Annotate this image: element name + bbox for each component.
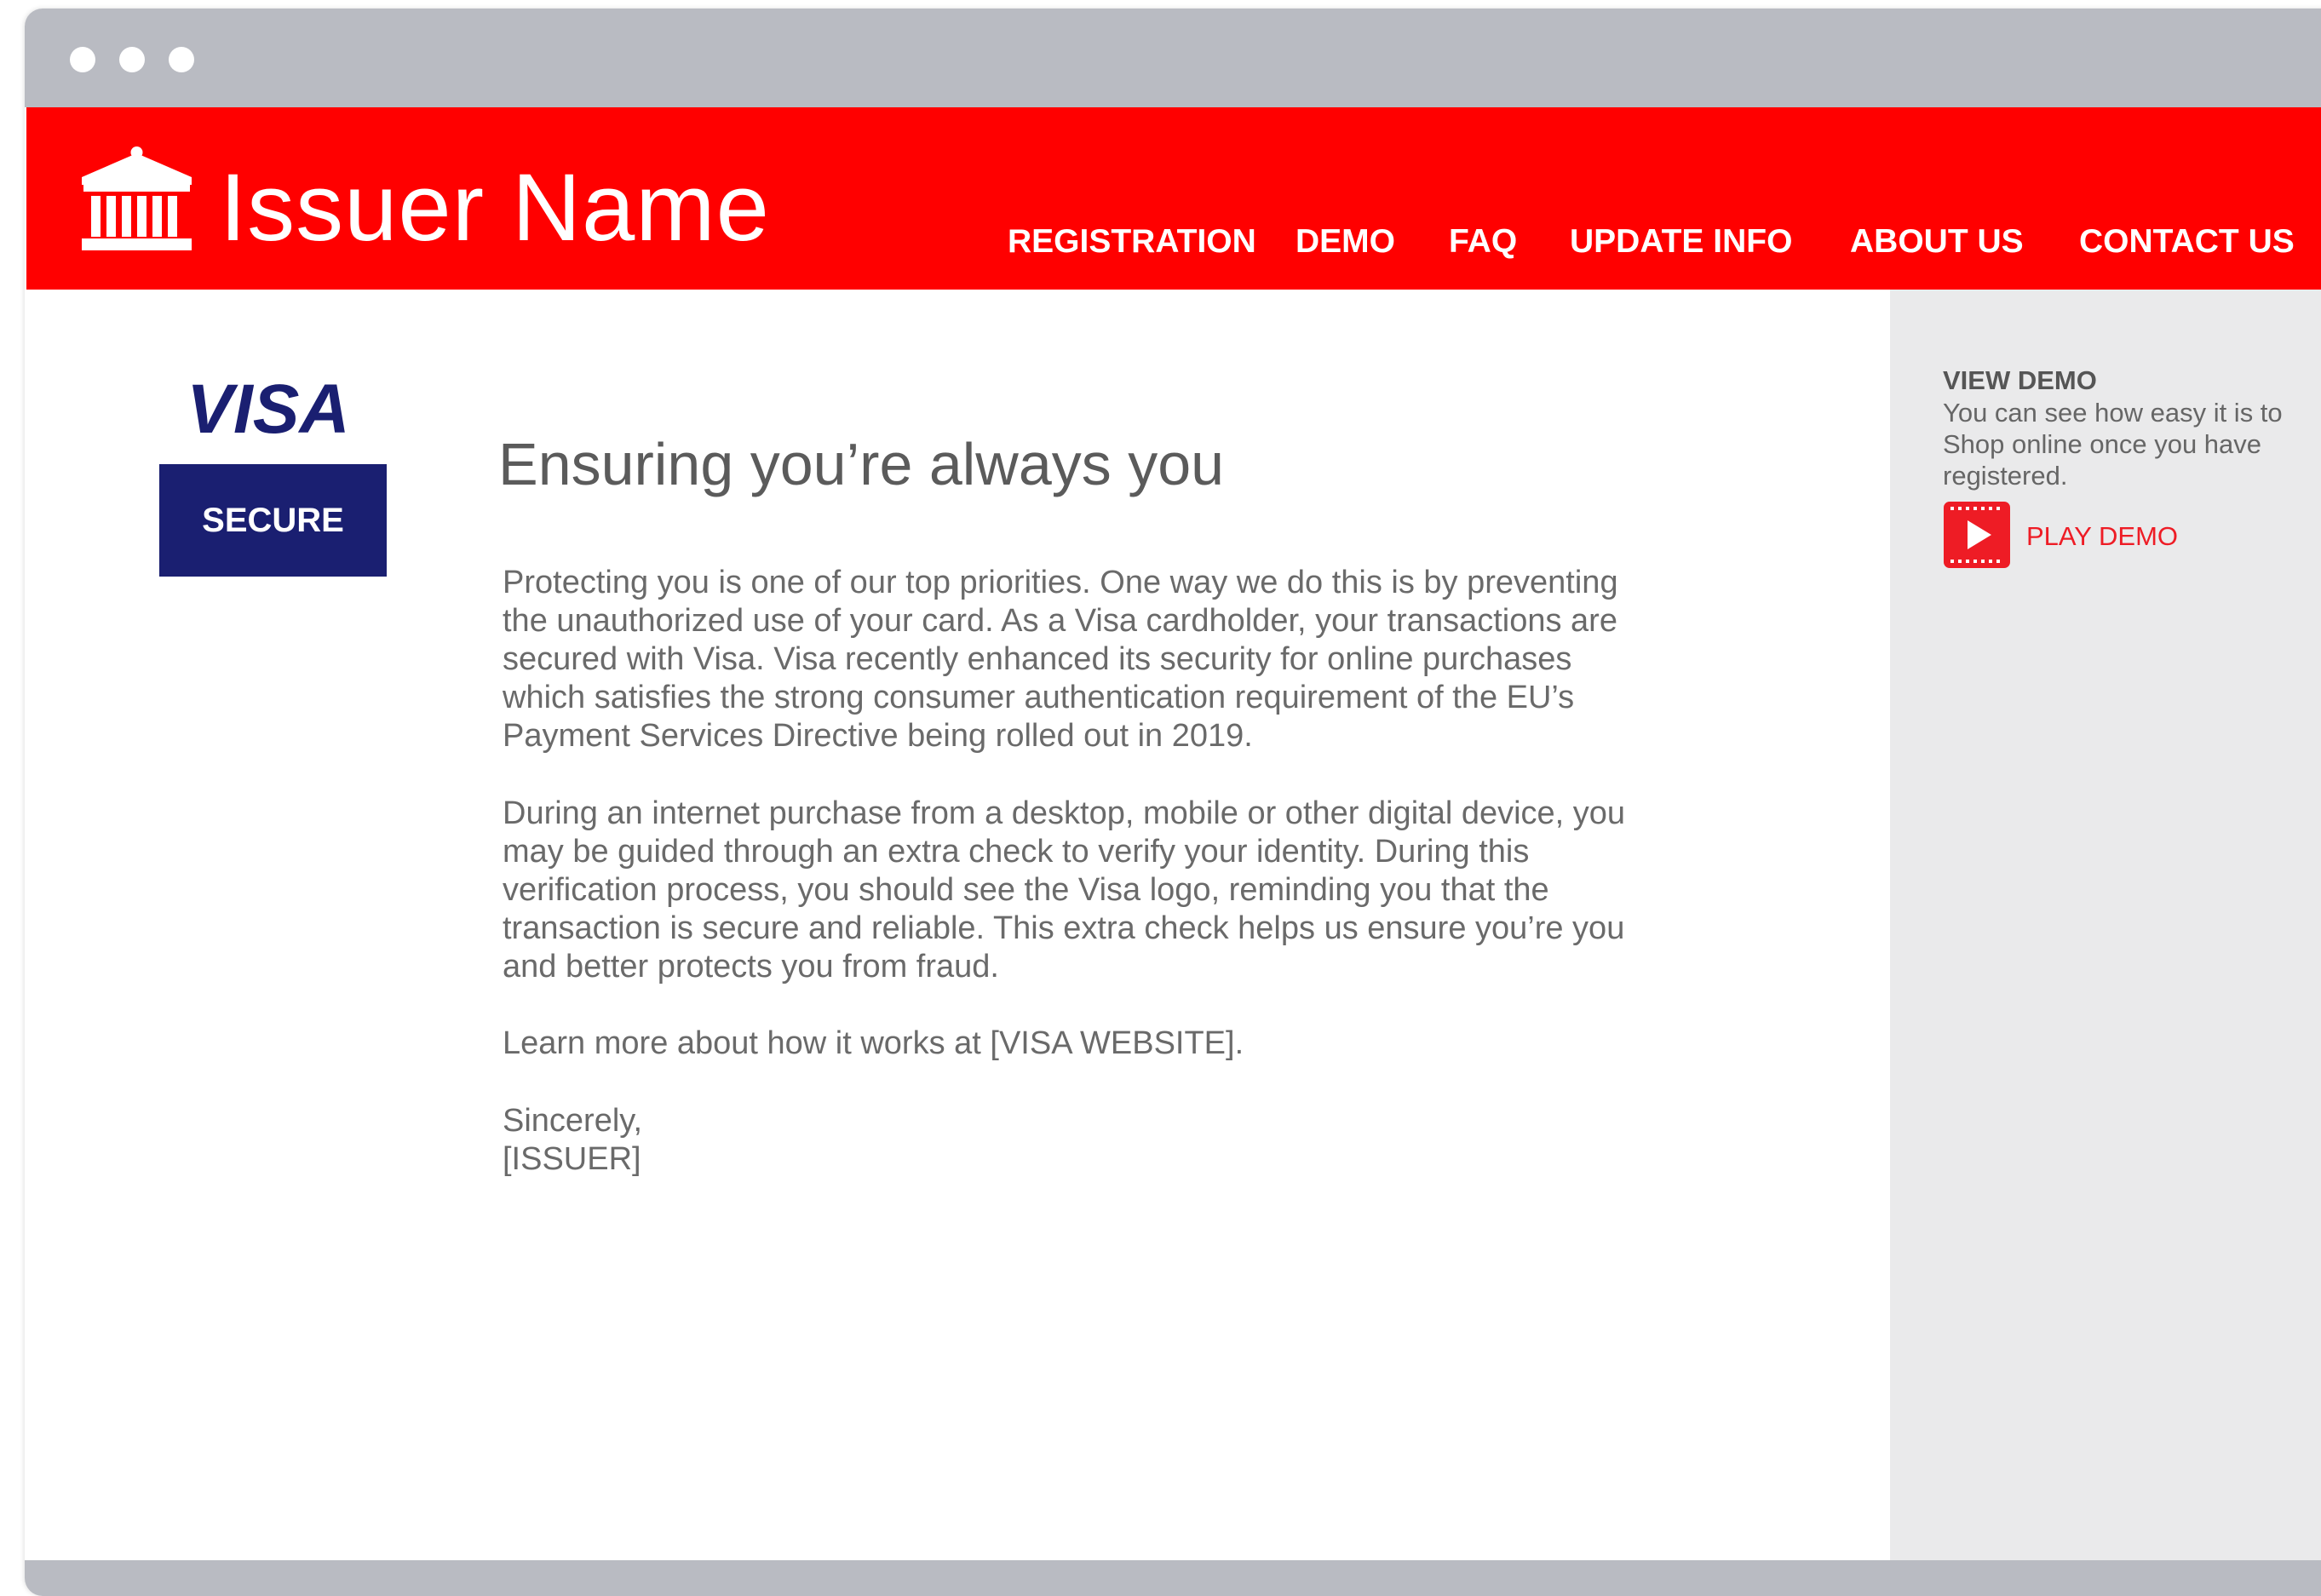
- browser-window: Issuer Name REGISTRATION DEMO FAQ UPDATE…: [25, 9, 2321, 1596]
- play-video-icon[interactable]: [1944, 502, 2010, 568]
- nav-update-info[interactable]: UPDATE INFO: [1570, 225, 1792, 258]
- sidebar-heading: VIEW DEMO: [1943, 365, 2097, 395]
- play-demo-link[interactable]: PLAY DEMO: [2026, 523, 2178, 549]
- bank-building-icon: [82, 146, 192, 250]
- secure-label: SECURE: [202, 501, 344, 539]
- window-close-dot[interactable]: [70, 47, 95, 72]
- site-header: Issuer Name REGISTRATION DEMO FAQ UPDATE…: [26, 107, 2321, 290]
- nav-contact-us[interactable]: CONTACT US: [2079, 225, 2295, 258]
- visa-logo: VISA: [187, 376, 349, 441]
- window-titlebar: [25, 9, 2321, 107]
- signature: Sincerely, [ISSUER]: [503, 1103, 643, 1177]
- nav-registration[interactable]: REGISTRATION: [1008, 225, 1256, 258]
- brand-name[interactable]: Issuer Name: [220, 160, 770, 255]
- nav-about-us[interactable]: ABOUT US: [1850, 225, 2024, 258]
- page-title: Ensuring you’re always you: [498, 431, 1225, 497]
- body-paragraph: During an internet purchase from a deskt…: [503, 795, 1626, 985]
- window-bottom-bar: [25, 1560, 2321, 1596]
- window-maximize-dot[interactable]: [169, 47, 194, 72]
- body-paragraph: Protecting you is one of our top priorit…: [503, 565, 1618, 754]
- visa-logo-text: VISA: [187, 376, 349, 441]
- nav-demo[interactable]: DEMO: [1296, 225, 1395, 258]
- window-minimize-dot[interactable]: [119, 47, 145, 72]
- learn-more-text: Learn more about how it works at [VISA W…: [503, 1025, 1244, 1061]
- visa-secure-badge: SECURE: [159, 464, 387, 577]
- nav-faq[interactable]: FAQ: [1449, 225, 1517, 258]
- sidebar-description: You can see how easy it is to Shop onlin…: [1943, 398, 2283, 491]
